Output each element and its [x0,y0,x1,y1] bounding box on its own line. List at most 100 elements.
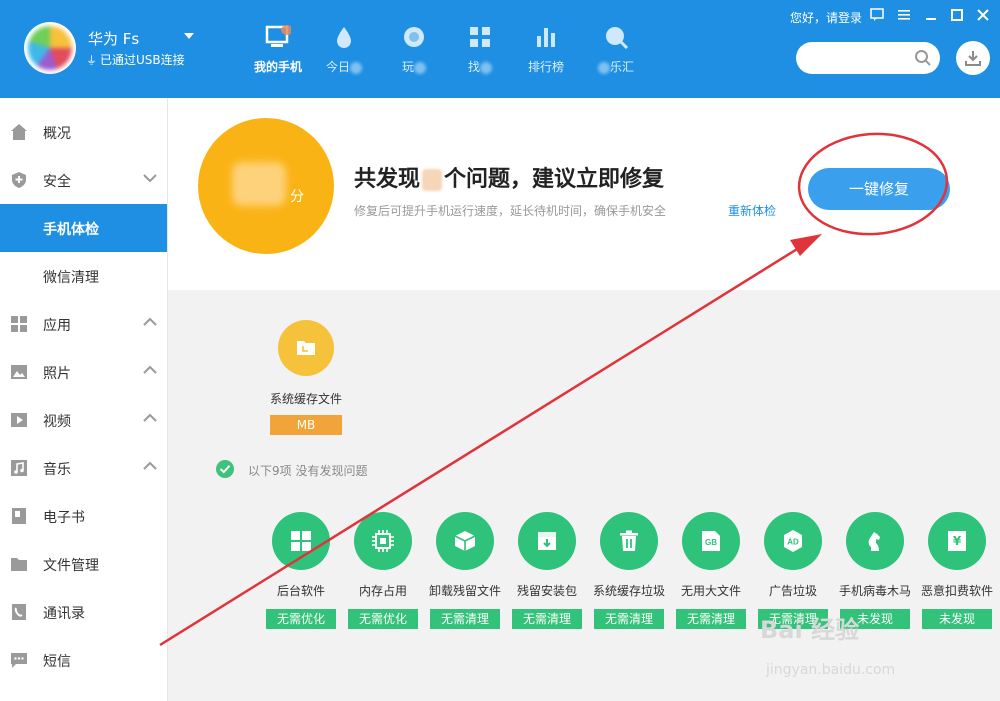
chevron-up-icon[interactable] [143,461,157,471]
gb-file-icon: GB [702,531,720,551]
sms-icon [11,653,27,668]
chip-icon [372,530,394,552]
maximize-icon[interactable] [950,8,964,22]
menu-icon[interactable] [897,8,911,22]
score-unit: 分 [290,189,304,205]
sidebar-item-security[interactable]: 安全 [0,156,167,204]
sidebar-item-photos[interactable]: 照片 [0,348,167,396]
sidebar-item-wechat-clean[interactable]: 微信清理 [0,252,167,300]
watermark-url: jingyan.baidu.com [766,662,896,678]
sidebar-item-contacts[interactable]: 通讯录 [0,588,167,636]
trash-icon [620,530,638,551]
check-item[interactable]: 残留安装包 无需清理 [506,512,588,629]
cache-issue[interactable]: 系统缓存文件 MB [256,320,356,435]
checkup-summary: 分 共发现 个问题，建议立即修复 修复后可提升手机运行速度，延长待机时间，确保手机… [168,98,1000,290]
home-icon [11,124,27,140]
status-badge: 无需清理 [512,609,582,629]
package-icon [538,532,556,550]
sidebar-item-apps[interactable]: 应用 [0,300,167,348]
cache-issue-size: MB [270,415,342,435]
search-icon[interactable] [914,49,932,67]
top-bar: 华为 Fs ⏚ 已通过USB连接 我的手机 今日 玩 找 排行榜 乐汇 您好，请… [0,0,1000,98]
music-search-icon [606,27,629,50]
cache-issue-label: 系统缓存文件 [269,392,342,406]
sidebar-item-files[interactable]: 文件管理 [0,540,167,588]
game-icon [404,27,424,47]
ad-icon: AD [784,530,802,552]
search-input[interactable] [796,42,940,74]
check-icon [216,460,234,478]
play-icon [11,413,27,427]
download-icon [965,51,981,66]
svg-text:GB: GB [705,538,717,547]
find-icon [470,27,490,47]
cache-issue-circle [278,320,334,376]
device-avatar[interactable] [24,22,76,74]
grid-icon [11,316,27,332]
chevron-down-icon[interactable] [143,173,157,183]
status-badge: 无需清理 [594,609,664,629]
phone-monitor-icon [265,25,291,47]
feedback-icon[interactable] [870,8,884,22]
close-icon[interactable] [976,8,990,22]
sidebar-item-phone-checkup[interactable]: 手机体检 [0,204,167,252]
chevron-up-icon[interactable] [143,317,157,327]
recheck-link[interactable]: 重新体检 [728,202,776,219]
trojan-icon [868,532,880,551]
main-content: 分 共发现 个问题，建议立即修复 修复后可提升手机运行速度，延长待机时间，确保手机… [168,98,1000,701]
check-item[interactable]: 卸载残留文件 无需清理 [424,512,506,629]
sidebar-item-overview[interactable]: 概况 [0,108,167,156]
svg-text:AD: AD [787,538,799,547]
contacts-icon [12,604,26,620]
score-value [232,162,286,206]
status-badge: 未发现 [922,609,992,629]
sidebar: 概况 安全 手机体检 微信清理 应用 照片 视频 音乐 电子书 文件管理 通讯录… [0,98,168,701]
sidebar-item-sms[interactable]: 短信 [0,636,167,684]
issue-count [422,169,443,191]
nav-my-phone[interactable]: 我的手机 [248,24,308,75]
chevron-down-icon[interactable] [184,33,194,39]
download-button[interactable] [956,41,990,75]
check-item[interactable]: 系统缓存垃圾 无需清理 [588,512,670,629]
chevron-up-icon[interactable] [143,365,157,375]
score-circle: 分 [198,118,334,254]
yen-icon: ¥ [948,531,966,551]
nav-find[interactable]: 找 [450,24,510,75]
nav-play[interactable]: 玩 [384,24,444,75]
music-icon [11,460,27,476]
sidebar-item-music[interactable]: 音乐 [0,444,167,492]
folder-icon [11,558,27,571]
status-badge: 无需优化 [266,609,336,629]
status-badge: 无需清理 [430,609,500,629]
sidebar-item-ebooks[interactable]: 电子书 [0,492,167,540]
connection-status: ⏚ 已通过USB连接 [86,53,185,67]
issue-title: 共发现 个问题，建议立即修复 [354,167,665,192]
watermark-logo: Bai 经验 [760,616,860,644]
sidebar-item-videos[interactable]: 视频 [0,396,167,444]
check-item[interactable]: ¥ 恶意扣费软件 未发现 [916,512,998,629]
login-link[interactable]: 您好，请登录 [790,9,862,26]
book-icon [12,508,26,524]
check-item[interactable]: 后台软件 无需优化 [260,512,342,629]
chevron-up-icon[interactable] [143,413,157,423]
nav-rankings[interactable]: 排行榜 [516,24,576,75]
minimize-icon[interactable] [924,8,938,22]
one-click-fix-button[interactable]: 一键修复 [808,168,950,210]
drop-icon [337,27,351,48]
status-badge: 无需清理 [676,609,746,629]
device-name[interactable]: 华为 Fs [88,28,139,49]
image-icon [11,365,27,379]
status-badge: 无需优化 [348,609,418,629]
nav-today[interactable]: 今日 [314,24,374,75]
check-item[interactable]: GB 无用大文件 无需清理 [670,512,752,629]
usb-icon: ⏚ [86,54,97,67]
shield-icon [12,172,26,188]
cache-file-icon [297,341,315,355]
apps-grid-icon [291,531,311,551]
chart-icon [537,28,555,47]
svg-text:¥: ¥ [953,534,962,548]
issue-subtitle: 修复后可提升手机运行速度，延长待机时间，确保手机安全 [354,204,667,218]
nav-music-club[interactable]: 乐汇 [586,24,646,75]
check-item[interactable]: 内存占用 无需优化 [342,512,424,629]
box-icon [454,531,476,551]
